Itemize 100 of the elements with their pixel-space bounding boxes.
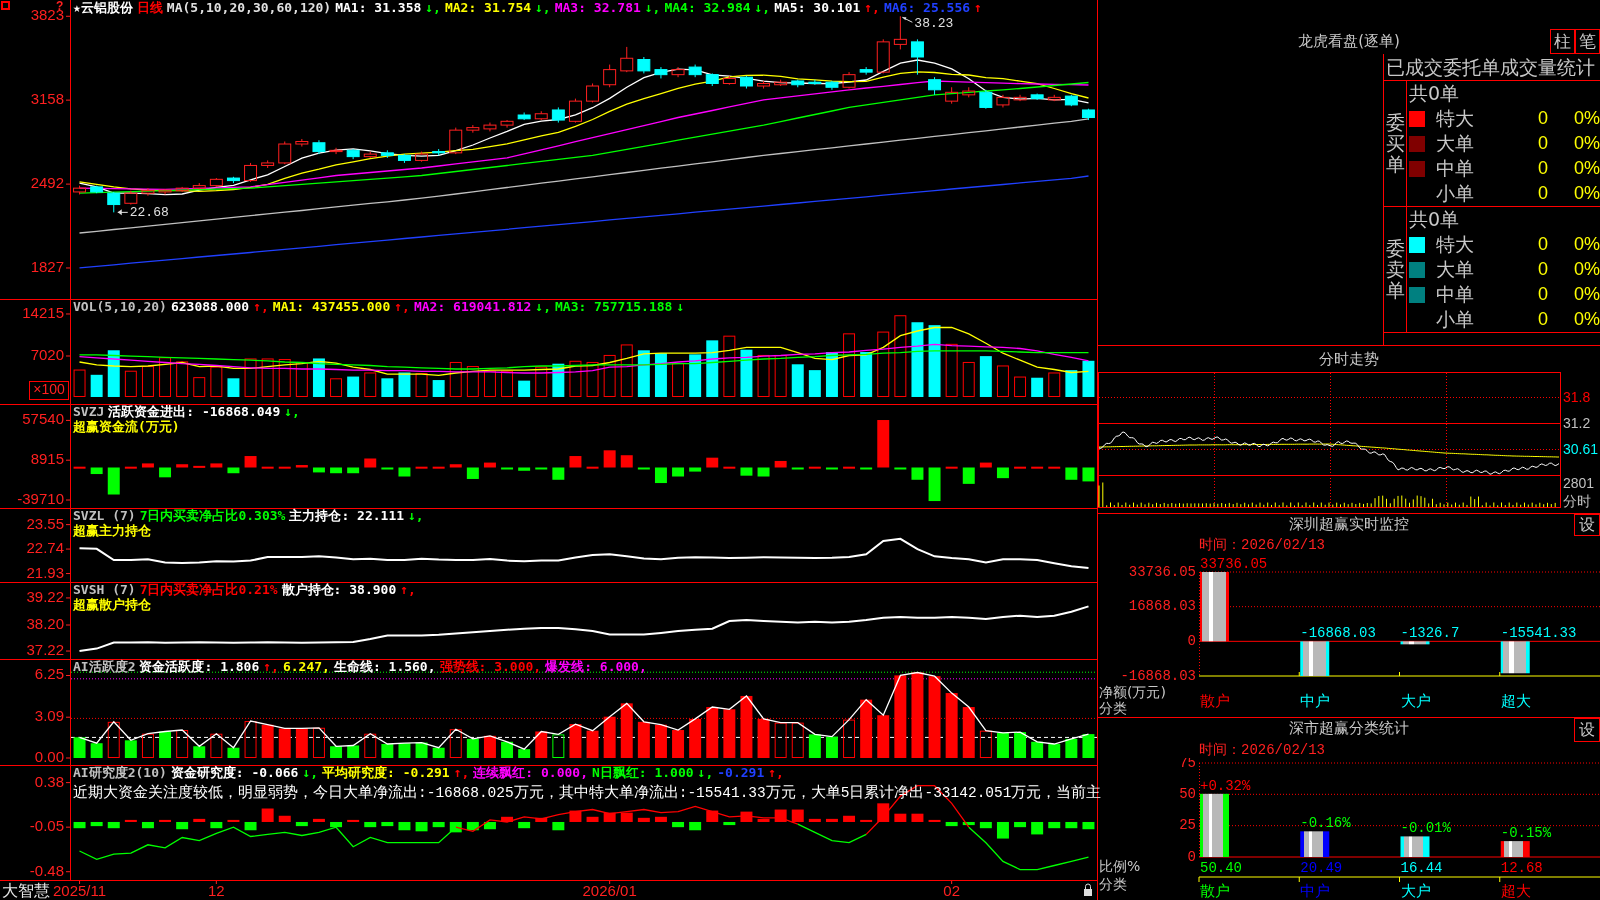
candlestick (124, 190, 138, 206)
view-toggle-button[interactable]: 笔 (1575, 28, 1600, 54)
panel-title: 分时走势 (1319, 349, 1379, 369)
order-size-label: 中单 (1436, 281, 1475, 307)
candlestick (774, 79, 788, 87)
bar (1031, 466, 1044, 469)
candlestick (825, 80, 839, 91)
axis-tick-label: -39710 (17, 489, 64, 507)
bar (706, 810, 719, 822)
candlestick (397, 153, 411, 164)
order-share: 0% (1573, 158, 1600, 179)
axis-tick-label: 2801 (1563, 474, 1595, 491)
bar (569, 724, 582, 758)
axis-tick-label: 37.22 (26, 641, 64, 658)
bar (979, 822, 992, 829)
bar-value-label: 20.49 (1300, 860, 1343, 876)
bar (586, 361, 599, 397)
bar (620, 812, 633, 822)
bar-value-label: -16868.03 (1300, 625, 1376, 642)
legend-text: ↓, (535, 299, 551, 314)
order-share: 0% (1573, 108, 1600, 129)
legend-text: ↓, (302, 765, 319, 780)
legend-text: MA3: 32.781 (554, 0, 641, 15)
bar (1048, 372, 1061, 397)
bar (1048, 744, 1061, 758)
bar (860, 467, 873, 470)
bar (381, 744, 394, 758)
settings-button[interactable]: 设 (1574, 718, 1600, 742)
bar (381, 378, 394, 397)
candlestick (192, 182, 206, 190)
bar (210, 366, 223, 397)
bar (603, 354, 616, 397)
candlestick (551, 106, 565, 124)
candlestick (1064, 94, 1078, 107)
bar (398, 372, 411, 397)
bar (740, 349, 753, 397)
bar (466, 467, 479, 479)
candlestick (500, 119, 514, 129)
candlestick (1047, 94, 1061, 102)
bar (1082, 467, 1095, 482)
candlestick (808, 79, 822, 86)
legend-text: 主力持仓: 22.111 (289, 508, 405, 523)
bar (124, 466, 137, 469)
bar (877, 331, 890, 397)
bar (1014, 822, 1027, 828)
category-label: 大户 (1400, 692, 1431, 710)
bar (483, 462, 496, 468)
legend-text: ↓, (535, 0, 551, 15)
legend-text: 资金活跃度: 1.806 (139, 659, 260, 674)
candlestick (654, 66, 668, 79)
date-label: 时间：2026/02/13 (1198, 536, 1326, 554)
bar (449, 361, 462, 397)
bar (843, 333, 856, 397)
axis-title: 分类 (1099, 876, 1127, 892)
bar (73, 369, 86, 397)
order-count: 0 (1537, 183, 1549, 204)
bar (740, 695, 753, 758)
bar (210, 733, 223, 758)
bar (791, 467, 804, 470)
bar (1065, 738, 1078, 758)
bar (586, 466, 599, 469)
bar (706, 457, 719, 468)
bar (1065, 467, 1078, 480)
candlestick (517, 112, 531, 121)
bar (740, 811, 753, 822)
legend-text: ↓, (284, 404, 300, 419)
legend-text: MA(5,10,20,30,60,120) (166, 0, 332, 15)
order-size-label: 小单 (1436, 180, 1475, 206)
axis-title: 比例% (1099, 858, 1141, 874)
legend-text: N日飘红: 1.000 (592, 765, 694, 780)
legend-text: 超赢散户持仓 (73, 597, 151, 612)
view-toggle-button[interactable]: 柱 (1550, 28, 1575, 54)
bar-value-label: -1326.7 (1400, 625, 1460, 642)
bar (244, 456, 257, 468)
bar (159, 467, 172, 478)
candlestick (1013, 94, 1027, 102)
bar (193, 377, 206, 397)
bar (911, 813, 924, 822)
bar (1048, 822, 1061, 829)
bar (637, 721, 650, 758)
candlestick (415, 151, 429, 163)
candlestick (346, 148, 360, 160)
axis-tick-label: -0.05 (29, 817, 64, 835)
brand-name: 大智慧 (2, 881, 50, 900)
bar (689, 354, 702, 397)
bar (518, 822, 531, 829)
legend-text: -0.291 (717, 765, 765, 780)
candlestick (73, 185, 87, 195)
bar (945, 343, 958, 397)
settings-button[interactable]: 设 (1574, 514, 1600, 536)
bar (860, 819, 873, 822)
date-label: 02 (943, 882, 960, 899)
legend-text: ↓, (408, 508, 424, 523)
bar (689, 718, 702, 758)
legend-text: ↓, (697, 765, 714, 780)
candlestick (586, 83, 600, 103)
candlestick (722, 75, 736, 86)
candlestick (107, 191, 121, 213)
bar (193, 746, 206, 758)
bar (825, 467, 838, 470)
